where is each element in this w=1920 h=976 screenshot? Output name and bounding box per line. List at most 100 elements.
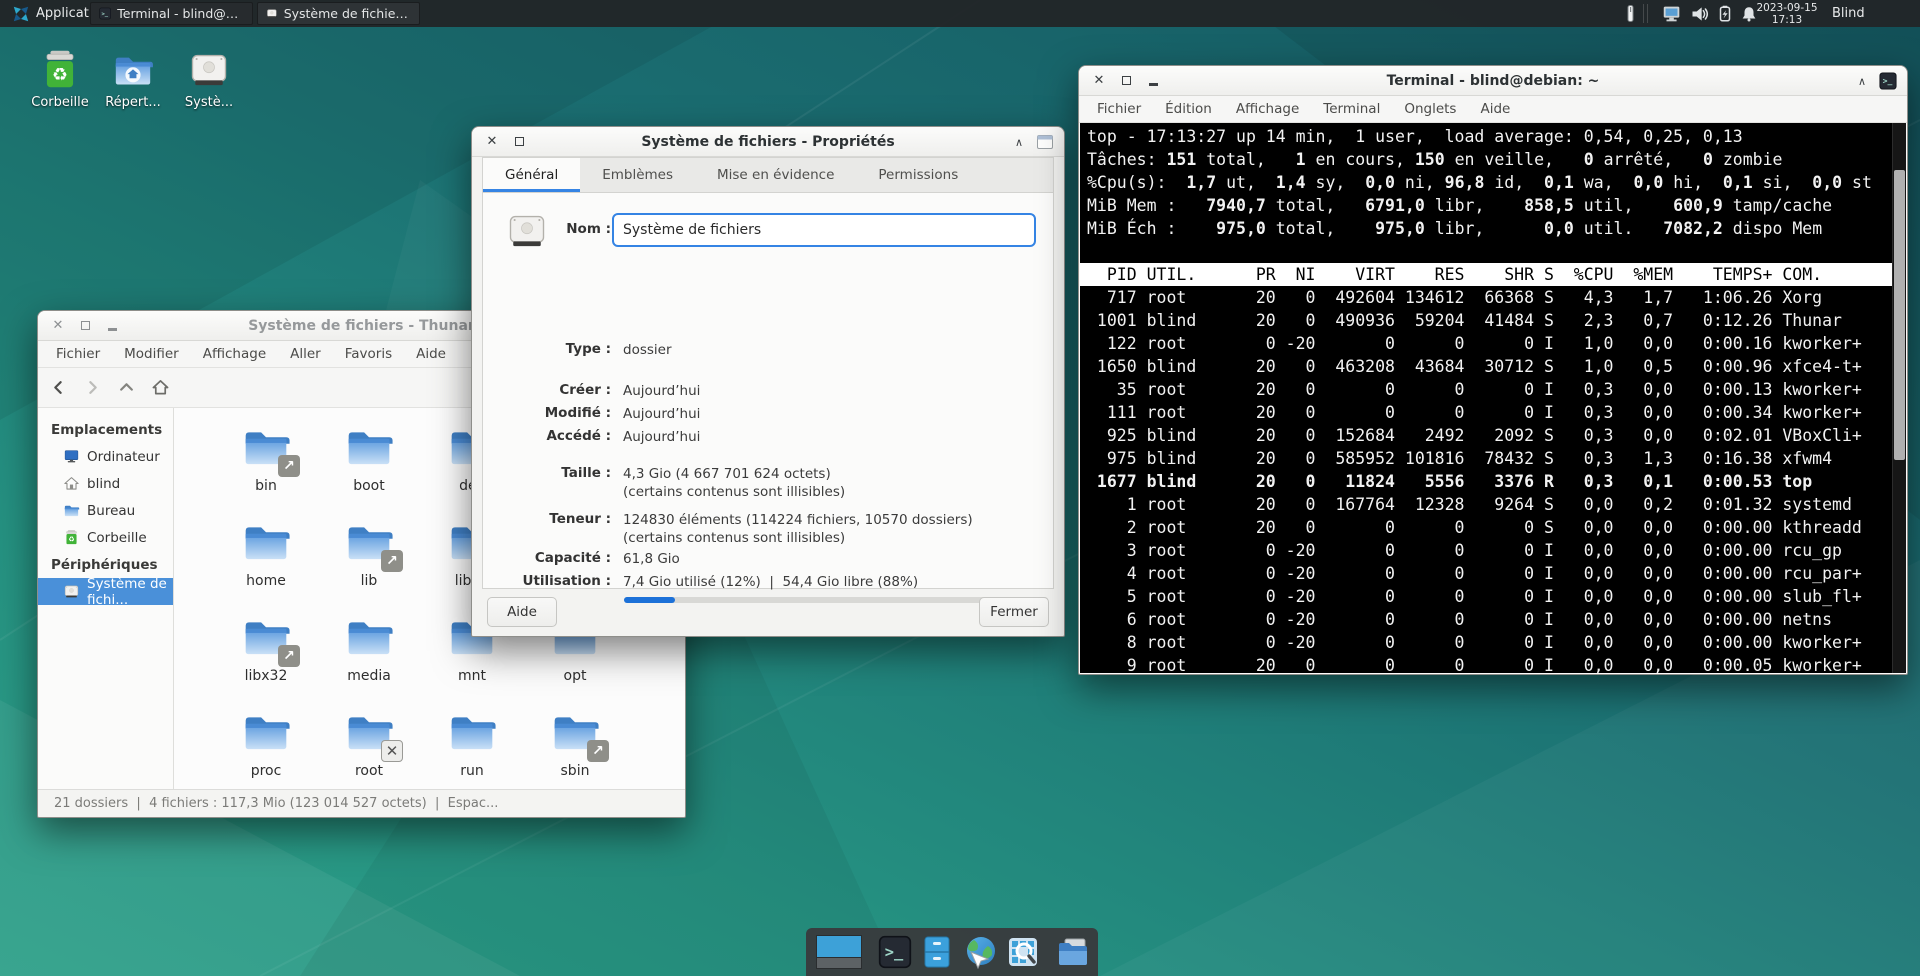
file-item-sbin[interactable]: ↗sbin [527, 706, 623, 779]
trash-icon [38, 48, 82, 92]
home-button[interactable] [146, 374, 174, 402]
process-row: 6 root 0 -20 0 0 0 I 0,0 0,0 0:00.00 net… [1087, 608, 1890, 631]
desktop-icon-filesystem[interactable]: Systè... [164, 48, 254, 110]
thunar-menu-favoris[interactable]: Favoris [345, 346, 392, 362]
process-row: 975 blind 20 0 585952 101816 78432 S 0,3… [1087, 447, 1890, 470]
file-item-lib[interactable]: ↗lib [321, 516, 417, 589]
thunar-menu-aide[interactable]: Aide [416, 346, 446, 362]
sidebar-item-bureau[interactable]: Bureau [38, 497, 173, 524]
close-button[interactable]: Fermer [979, 597, 1049, 627]
accessed-value: Aujourd’hui [623, 428, 700, 446]
file-manager-launcher[interactable] [1056, 935, 1090, 969]
terminal-scrollbar[interactable] [1892, 123, 1906, 673]
display-icon[interactable] [1658, 0, 1686, 27]
close-icon[interactable]: ✕ [1092, 74, 1106, 88]
content-label: Teneur : [483, 511, 611, 527]
scrollbar-thumb[interactable] [1894, 170, 1905, 460]
terminal-menu-aide[interactable]: Aide [1480, 101, 1510, 117]
close-icon[interactable]: ✕ [51, 319, 65, 333]
file-item-bin[interactable]: ↗bin [218, 421, 314, 494]
panel-separator [1643, 4, 1648, 23]
file-item-label: opt [527, 668, 623, 684]
file-item-root[interactable]: ✕root [321, 706, 417, 779]
thunar-menu-modifier[interactable]: Modifier [124, 346, 179, 362]
name-input[interactable] [612, 213, 1036, 247]
terminal-screen[interactable]: top - 17:13:27 up 14 min, 1 user, load a… [1080, 123, 1906, 673]
volume-icon[interactable] [1686, 0, 1714, 27]
file-item-media[interactable]: media [321, 611, 417, 684]
sidebar-item-syste-me-de-fichi[interactable]: Système de fichi... [38, 578, 173, 605]
top-panel: Applications ☰ Terminal - blind@debia...… [0, 0, 1920, 27]
drive-icon [63, 583, 80, 600]
properties-titlebar[interactable]: Système de fichiers - Propriétés ✕ ∧ [472, 127, 1064, 157]
file-item-proc[interactable]: proc [218, 706, 314, 779]
terminal-menu-affichage[interactable]: Affichage [1236, 101, 1299, 117]
tab-permissions[interactable]: Permissions [856, 158, 980, 192]
folder-icon [240, 706, 292, 758]
properties-general-panel: Nom : Type : dossier Créer : Aujourd’hui… [482, 193, 1054, 589]
sidebar-item-ordinateur[interactable]: Ordinateur [38, 443, 173, 470]
clock[interactable]: 2023-09-15 17:13 [1752, 0, 1822, 27]
tab-mise-en-e-vidence[interactable]: Mise en évidence [695, 158, 856, 192]
file-item-label: libx32 [218, 668, 314, 684]
process-row: 3 root 0 -20 0 0 0 I 0,0 0,0 0:00.00 rcu… [1087, 539, 1890, 562]
file-item-boot[interactable]: boot [321, 421, 417, 494]
terminal-window: Terminal - blind@debian: ~ ✕ ∧ Fichier Éd… [1078, 65, 1908, 675]
file-item-run[interactable]: run [424, 706, 520, 779]
desktop-root: ♻ >_ [0, 0, 1920, 976]
battery-icon[interactable] [1712, 0, 1738, 27]
terminal-menu-terminal[interactable]: Terminal [1323, 101, 1380, 117]
maximize-icon[interactable] [1119, 74, 1133, 88]
minimize-icon[interactable] [1146, 74, 1160, 88]
folder-icon [343, 421, 395, 473]
thunar-menu-aller[interactable]: Aller [290, 346, 321, 362]
forward-button[interactable] [78, 374, 106, 402]
file-item-label: boot [321, 478, 417, 494]
terminal-titlebar[interactable]: Terminal - blind@debian: ~ ✕ ∧ [1079, 66, 1907, 96]
process-row: 2 root 20 0 0 0 0 S 0,0 0,0 0:00.00 kthr… [1087, 516, 1890, 539]
close-icon[interactable]: ✕ [485, 135, 499, 149]
input-slot-icon[interactable] [1622, 0, 1638, 27]
web-browser-launcher[interactable] [962, 934, 998, 970]
sidebar-item-label: Bureau [87, 503, 135, 519]
terminal-output: top - 17:13:27 up 14 min, 1 user, load a… [1087, 125, 1890, 673]
taskbar-button-label: Système de fichiers - Th... [284, 6, 411, 21]
terminal-summary-line: top - 17:13:27 up 14 min, 1 user, load a… [1087, 125, 1890, 148]
up-button[interactable] [112, 374, 140, 402]
terminal-menu-fichier[interactable]: Fichier [1097, 101, 1141, 117]
file-item-label: mnt [424, 668, 520, 684]
workspace-switcher[interactable] [816, 935, 862, 969]
tab-ge-ne-ral[interactable]: Général [483, 158, 580, 192]
back-button[interactable] [44, 374, 72, 402]
sidebar-item-label: Système de fichi... [87, 576, 173, 608]
shade-icon[interactable]: ∧ [1012, 135, 1026, 149]
desktop-icon-label: Systè... [164, 95, 254, 110]
terminal-menu-onglets[interactable]: Onglets [1404, 101, 1456, 117]
sidebar-item-corbeille[interactable]: Corbeille [38, 524, 173, 551]
maximize-icon[interactable] [78, 319, 92, 333]
tab-emble-mes[interactable]: Emblèmes [580, 158, 695, 192]
terminal-launcher[interactable] [878, 935, 912, 969]
sidebar-item-blind[interactable]: blind [38, 470, 173, 497]
file-item-label: bin [218, 478, 314, 494]
help-button[interactable]: Aide [487, 597, 557, 627]
applications-icon [12, 5, 30, 23]
file-item-home[interactable]: home [218, 516, 314, 589]
accessed-label: Accédé : [483, 428, 611, 444]
terminal-menu-e-dition[interactable]: Édition [1165, 101, 1212, 117]
file-cabinet-launcher[interactable] [920, 935, 954, 969]
thunar-menu-affichage[interactable]: Affichage [203, 346, 266, 362]
app-finder-launcher[interactable] [1006, 935, 1040, 969]
terminal-icon [99, 6, 111, 21]
file-item-label: root [321, 763, 417, 779]
taskbar-button-terminal[interactable]: Terminal - blind@debia... [90, 2, 253, 25]
taskbar-button-filemanager[interactable]: Système de fichiers - Th... [257, 2, 420, 25]
thunar-menu-fichier[interactable]: Fichier [56, 346, 100, 362]
created-value: Aujourd’hui [623, 382, 700, 400]
minimize-icon[interactable] [105, 319, 119, 333]
maximize-icon[interactable] [512, 135, 526, 149]
size-value: 4,3 Gio (4 667 701 624 octets)(certains … [623, 465, 845, 501]
created-label: Créer : [483, 382, 611, 398]
shade-icon[interactable]: ∧ [1855, 74, 1869, 88]
file-item-libx32[interactable]: ↗libx32 [218, 611, 314, 684]
